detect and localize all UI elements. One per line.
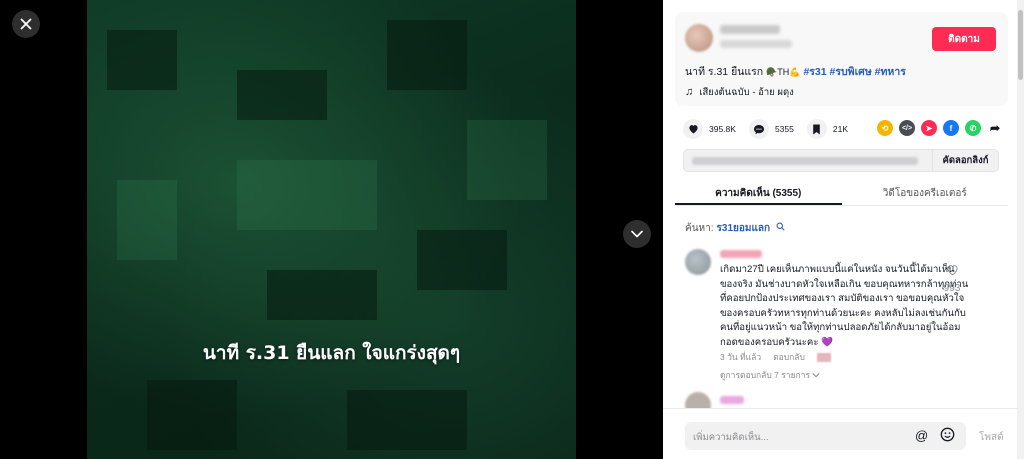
video-area: นาที ร.31 ยืนแลก ใจแกร่งสุดๆ [0, 0, 663, 459]
close-button[interactable] [12, 10, 40, 38]
share-arrow-icon[interactable]: ➦ [987, 120, 1003, 136]
video-pixel-block [237, 70, 327, 120]
comment-input-placeholder: เพิ่มความคิดเห็น... [693, 432, 769, 443]
comment-text: เกิดมา27ปี เคยเห็นภาพแบบนี้แค่ในหนัง จนว… [720, 264, 969, 348]
save-button[interactable]: 21K [806, 119, 848, 139]
facebook-icon[interactable]: f [943, 120, 959, 136]
video-pixel-block [417, 230, 507, 290]
video-pixel-block [387, 20, 467, 90]
send-icon[interactable]: ➤ [921, 120, 937, 136]
music-row[interactable]: ♫ เสียงต้นฉบับ - อ้าย ผดุง [685, 85, 794, 100]
music-title: เสียงต้นฉบับ - อ้าย ผดุง [699, 87, 794, 98]
search-prefix: ค้นหา: [685, 223, 714, 234]
like-button[interactable]: 395.8K [683, 119, 736, 139]
heart-outline-icon [946, 265, 958, 276]
th-flag-label: TH [777, 67, 790, 77]
reply-button[interactable]: ตอบกลับ [773, 352, 805, 362]
copy-link-button[interactable]: คัดลอกลิงก์ [932, 150, 998, 171]
mention-icon[interactable]: @ [915, 428, 928, 443]
comment-like-count: 993 [943, 283, 961, 294]
search-term-link[interactable]: ร31ยอมแลก [717, 223, 771, 234]
save-count: 21K [832, 124, 848, 134]
action-bar: 395.8K 5355 21K [683, 118, 861, 140]
search-icon [776, 222, 785, 231]
emoji-icon[interactable] [940, 427, 955, 442]
commenter-name-blurred[interactable] [720, 396, 744, 404]
video-pixel-block [267, 270, 377, 320]
comment-input[interactable]: เพิ่มความคิดเห็น... @ [685, 422, 966, 450]
commenter-name-blurred[interactable] [720, 250, 762, 258]
close-icon [20, 18, 32, 30]
comment-button[interactable]: 5355 [748, 119, 794, 139]
view-replies-label: ดูการตอบกลับ 7 รายการ [720, 370, 811, 380]
chevron-down-icon [631, 230, 643, 238]
description-hashtags[interactable]: #ร31 #รบพิเศษ #ทหาร [803, 66, 905, 78]
video-player[interactable]: นาที ร.31 ยืนแลก ใจแกร่งสุดๆ [87, 0, 576, 459]
heart-icon [688, 125, 698, 134]
video-pixel-block [147, 380, 237, 450]
search-suggestion: ค้นหา: ร31ยอมแลก [685, 221, 785, 236]
comment-count: 5355 [774, 124, 794, 134]
post-button[interactable]: โพสต์ [979, 430, 1004, 445]
video-description: นาที ร.31 ยืนแรก 🪖TH💪 #ร31 #รบพิเศษ #ทหา… [685, 63, 906, 80]
flag-icon [816, 353, 831, 363]
video-pixel-block [117, 180, 177, 260]
video-pixel-block [107, 30, 177, 90]
comment-icon [753, 124, 764, 134]
creator-name-blurred[interactable] [720, 25, 780, 34]
repost-icon[interactable]: ⟲ [877, 120, 893, 136]
video-pixel-block [467, 120, 547, 200]
music-note-icon: ♫ [685, 86, 694, 98]
video-pixel-block [347, 390, 467, 450]
description-text: นาที ร.31 ยืนแรก [685, 66, 767, 78]
description-card: ติดตาม นาที ร.31 ยืนแรก 🪖TH💪 #ร31 #รบพิเ… [675, 12, 1008, 106]
commenter-avatar[interactable] [685, 249, 711, 275]
whatsapp-icon[interactable]: ✆ [965, 120, 981, 136]
panel-tabs: ความคิดเห็น (5355) วิดีโอของครีเอเตอร์ [675, 180, 1008, 206]
app-root: นาที ร.31 ยืนแลก ใจแกร่งสุดๆ ติดตาม นาที… [0, 0, 1024, 459]
follow-button[interactable]: ติดตาม [932, 27, 996, 51]
bookmark-icon [813, 124, 821, 134]
comment-time: 3 วัน ที่แล้ว [720, 352, 762, 362]
tab-comments[interactable]: ความคิดเห็น (5355) [675, 180, 842, 205]
right-panel: ติดตาม นาที ร.31 ยืนแรก 🪖TH💪 #ร31 #รบพิเ… [663, 0, 1024, 459]
tab-creator-videos[interactable]: วิดีโอของครีเอเตอร์ [842, 180, 1009, 205]
creator-meta-blurred [720, 40, 792, 48]
helmet-emoji-icon: 🪖 [766, 67, 778, 77]
share-icons: ⟲ </> ➤ f ✆ ➦ [877, 120, 1009, 136]
comment-composer: เพิ่มความคิดเห็น... @ โพสต์ [663, 408, 1017, 459]
like-count: 395.8K [709, 124, 736, 134]
video-url-blurred [692, 157, 918, 165]
comment-meta: 3 วัน ที่แล้ว ตอบกลับ [720, 350, 843, 364]
muscle-emoji-icon: 💪 [789, 67, 801, 77]
comment-like-button[interactable]: 993 [941, 263, 963, 294]
video-pixel-block [237, 160, 377, 230]
video-link-row: คัดลอกลิงก์ [683, 149, 999, 172]
chevron-down-icon [812, 372, 821, 378]
video-caption: นาที ร.31 ยืนแลก ใจแกร่งสุดๆ [202, 342, 461, 364]
next-video-button[interactable] [623, 220, 651, 248]
scrollbar[interactable] [1017, 0, 1024, 459]
embed-icon[interactable]: </> [899, 120, 915, 136]
creator-avatar[interactable] [685, 24, 713, 52]
view-replies-button[interactable]: ดูการตอบกลับ 7 รายการ [720, 368, 821, 382]
scrollbar-thumb[interactable] [1018, 10, 1023, 80]
